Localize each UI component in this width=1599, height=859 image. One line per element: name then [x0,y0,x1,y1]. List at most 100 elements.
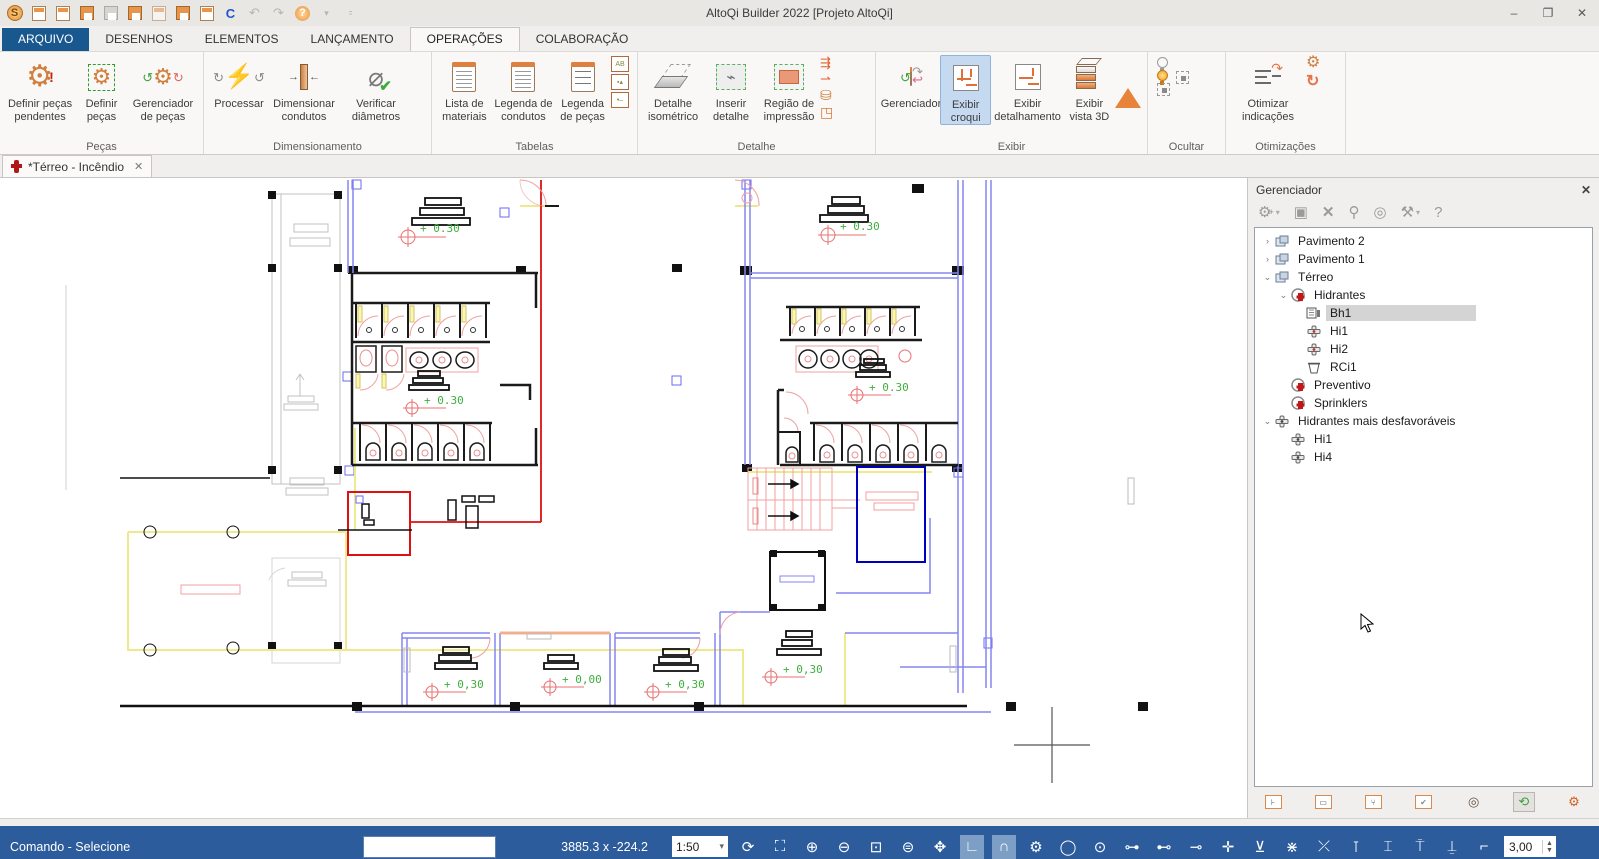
target-icon[interactable]: ◎ [1374,203,1387,221]
bh1-selection-box[interactable] [348,492,410,555]
save-all-icon[interactable] [126,5,143,22]
tab-colaboracao[interactable]: COLABORAÇÃO [520,28,645,51]
regiao-de-impressao-button[interactable]: Região de impressão [760,55,818,123]
tree-item-rci1[interactable]: RCi1 [1255,358,1592,376]
snap-insert-icon[interactable]: ⌶ [1376,835,1400,859]
chevron-right-icon[interactable]: › [1261,236,1274,246]
document-tab-terreo-incendio[interactable]: *Térreo - Incêndio ✕ [2,155,152,177]
document-tab-close-icon[interactable]: ✕ [134,160,143,173]
zoom-previous-icon[interactable]: ⊜ [896,835,920,859]
tab-desenhos[interactable]: DESENHOS [89,28,188,51]
tree-item-hi2[interactable]: Hi2 [1255,340,1592,358]
chevron-down-icon[interactable]: ⌄ [1261,416,1274,427]
tab-arquivo[interactable]: ARQUIVO [2,28,89,51]
bulb-on-icon[interactable] [1157,70,1168,81]
optimize-refresh-icon[interactable]: ↻ [1306,71,1320,91]
inserir-detalhe-button[interactable]: Inserir detalhe [702,55,760,123]
refresh-view-icon[interactable]: ⟳ [736,835,760,859]
tab-operacoes[interactable]: OPERAÇÕES [410,27,520,51]
tree-item-hidrantes-mais-desfavoraveis[interactable]: ⌄ Hidrantes mais desfavoráveis [1255,412,1592,430]
minimize-button[interactable]: – [1497,1,1531,25]
level-flag-icon[interactable]: ⇀ [820,71,833,87]
tab-lancamento[interactable]: LANÇAMENTO [295,28,410,51]
flashlight-icon[interactable]: ⚲ [1349,203,1360,221]
package-icon[interactable] [198,5,215,22]
hierarchy-view-icon[interactable]: ⑂ [1362,792,1384,812]
drawing-canvas[interactable]: + 0.30 + 0.30 + 0.30 + 0.30 + 0,30 + 0,0… [0,178,1248,818]
otimizar-indicacoes-button[interactable]: ↷ Otimizar indicações [1232,55,1304,123]
gerenciador-button[interactable]: ↺↷↩ Gerenciador [882,55,940,111]
open-drawing-icon[interactable] [30,5,47,22]
legend-ab-icon[interactable]: AB [611,56,629,72]
check-view-icon[interactable]: ✔ [1412,792,1434,812]
circle-center-icon[interactable]: ⊙ [1088,835,1112,859]
zoom-out-icon[interactable]: ⊖ [832,835,856,859]
save-icon[interactable] [78,5,95,22]
qat-overflow-icon[interactable]: ⹀ [342,5,359,22]
tree-item-sprinklers[interactable]: Sprinklers [1255,394,1592,412]
snap-distance-spinner[interactable]: 3,00 ▲▼ [1504,836,1556,857]
tab-elementos[interactable]: ELEMENTOS [189,28,295,51]
snap-node-icon[interactable]: ⊸ [1184,835,1208,859]
tree-item-terreo[interactable]: ⌄ Térreo [1255,268,1592,286]
panel-close-icon[interactable]: ✕ [1581,183,1591,197]
tree-view-icon[interactable]: ⊦ [1262,792,1284,812]
restore-button[interactable]: ❐ [1531,1,1565,25]
snap-intersection-icon[interactable]: ✛ [1216,835,1240,859]
command-input[interactable] [363,836,496,858]
snap-settings-icon[interactable]: ⚙ [1024,835,1048,859]
processar-button[interactable]: ↻⚡↺ Processar [210,55,268,111]
chevron-right-icon[interactable]: › [1261,254,1274,264]
snap-apparent-icon[interactable]: ⤫ [1312,835,1336,859]
lista-de-materiais-button[interactable]: Lista de materiais [438,55,491,123]
zoom-extents-icon[interactable]: ⛶ [768,835,792,859]
open-project-icon[interactable]: ▣ [1294,203,1308,221]
definir-pecas-pendentes-button[interactable]: ⚙! Definir peças pendentes [6,55,74,123]
tree-item-preventivo[interactable]: Preventivo [1255,376,1592,394]
snap-magnet-icon[interactable]: ∩ [992,835,1016,859]
box-3d-icon[interactable]: ◳ [820,104,833,121]
redo-icon[interactable]: ↷ [270,5,287,22]
dimensionar-condutos-button[interactable]: →← Dimensionar condutos [268,55,340,123]
delete-item-icon[interactable]: ✕ [1322,203,1335,221]
tools-icon[interactable]: ⚒▾ [1401,203,1420,221]
print-icon[interactable] [174,5,191,22]
add-piece-icon[interactable]: ⚙+▾ [1258,203,1280,221]
pan-icon[interactable]: ✥ [928,835,952,859]
ortho-mode-icon[interactable]: ∟ [960,835,984,859]
tree-item-hidrantes[interactable]: ⌄ Hidrantes [1255,286,1592,304]
definir-pecas-button[interactable]: ⚙ Definir peças [74,55,129,123]
panel-help-icon[interactable]: ? [1434,204,1442,221]
tree-item-hmd-hi4[interactable]: Hi4 [1255,448,1592,466]
zoom-window-icon[interactable]: ⊡ [864,835,888,859]
properties-view-icon[interactable]: ▭ [1312,792,1334,812]
tree-item-hi1[interactable]: Hi1 [1255,322,1592,340]
help-icon[interactable]: ? [294,5,311,22]
snap-perpendicular-icon[interactable]: ⊺ [1344,835,1368,859]
warnings-icon[interactable]: ⚙ [1563,792,1585,812]
cylinder-3d-icon[interactable]: ⛁ [820,87,833,104]
legend-notes-icon[interactable]: •– [611,92,629,108]
isolate-selection-icon[interactable] [1176,71,1189,84]
snap-midpoint-icon[interactable]: ⊷ [1152,835,1176,859]
verificar-diametros-button[interactable]: ⌀✔ Verificar diâmetros [340,55,412,123]
tree-item-bh1[interactable]: Bh1 [1255,304,1592,322]
legenda-de-pecas-button[interactable]: Legenda de peças [556,55,609,123]
exibir-vista-3d-button[interactable]: Exibir vista 3D [1064,55,1115,123]
manager-view-icon[interactable]: ⟲ [1513,792,1535,812]
help-dropdown-icon[interactable]: ▾ [318,5,335,22]
circle-tool-icon[interactable]: ◯ [1056,835,1080,859]
optimize-settings-icon[interactable]: ⚙ [1306,55,1320,71]
zoom-in-icon[interactable]: ⊕ [800,835,824,859]
scale-select[interactable]: 1:50 ▾ [672,836,728,857]
snap-endpoint-icon[interactable]: ⊶ [1120,835,1144,859]
tree-item-hmd-hi1[interactable]: Hi1 [1255,430,1592,448]
refresh-project-icon[interactable]: C [222,5,239,22]
gerenciador-de-pecas-button[interactable]: ↺⚙↻ Gerenciador de peças [129,55,197,123]
detalhe-isometrico-button[interactable]: Detalhe isométrico [644,55,702,123]
dim-horizontal-icon[interactable]: ⍑ [1408,835,1432,859]
corner-ruler-icon[interactable]: ⌐ [1472,835,1496,859]
exibir-detalhamento-button[interactable]: Exibir detalhamento [991,55,1063,123]
spinner-down-icon[interactable]: ▼ [1546,847,1553,854]
legend-symbols-icon[interactable]: ▪▴ [611,74,629,90]
